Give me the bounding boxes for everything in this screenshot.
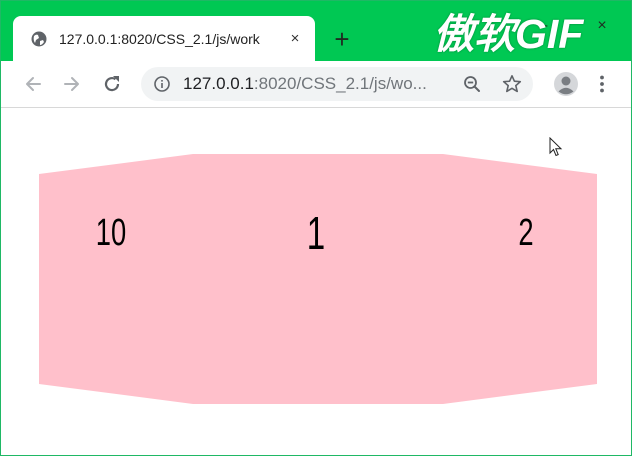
carousel-item-right[interactable]: 2 (506, 208, 546, 258)
cursor-icon (549, 137, 563, 157)
page-content: 10 1 2 (1, 108, 631, 455)
carousel-item-left[interactable]: 10 (91, 208, 131, 258)
tab-close-button[interactable]: × (285, 29, 305, 49)
info-icon[interactable] (154, 76, 170, 92)
forward-icon[interactable] (60, 72, 84, 96)
address-bar[interactable]: 127.0.0.1:8020/CSS_2.1/js/wo... (141, 67, 533, 101)
title-bar: 127.0.0.1:8020/CSS_2.1/js/work × + – × 傲… (1, 1, 631, 61)
reload-icon[interactable] (100, 72, 124, 96)
zoom-out-icon[interactable] (463, 75, 481, 93)
back-icon[interactable] (21, 72, 45, 96)
url-text[interactable]: 127.0.0.1:8020/CSS_2.1/js/wo... (183, 74, 463, 94)
carousel-panel (39, 154, 597, 404)
browser-toolbar: 127.0.0.1:8020/CSS_2.1/js/wo... (1, 61, 631, 108)
active-tab[interactable]: 127.0.0.1:8020/CSS_2.1/js/work × (13, 16, 315, 61)
url-path: :8020/CSS_2.1/js/wo... (253, 74, 427, 93)
star-icon[interactable] (502, 74, 522, 94)
carousel-item-center[interactable]: 1 (296, 208, 336, 258)
profile-icon[interactable] (553, 71, 579, 97)
watermark-logo: 傲软GIF (433, 11, 584, 57)
browser-window: 127.0.0.1:8020/CSS_2.1/js/work × + – × 傲… (0, 0, 632, 456)
new-tab-button[interactable]: + (328, 25, 356, 53)
url-host: 127.0.0.1 (183, 74, 254, 93)
globe-icon (31, 31, 47, 47)
menu-icon[interactable] (595, 74, 609, 94)
tab-title: 127.0.0.1:8020/CSS_2.1/js/work (59, 31, 260, 47)
